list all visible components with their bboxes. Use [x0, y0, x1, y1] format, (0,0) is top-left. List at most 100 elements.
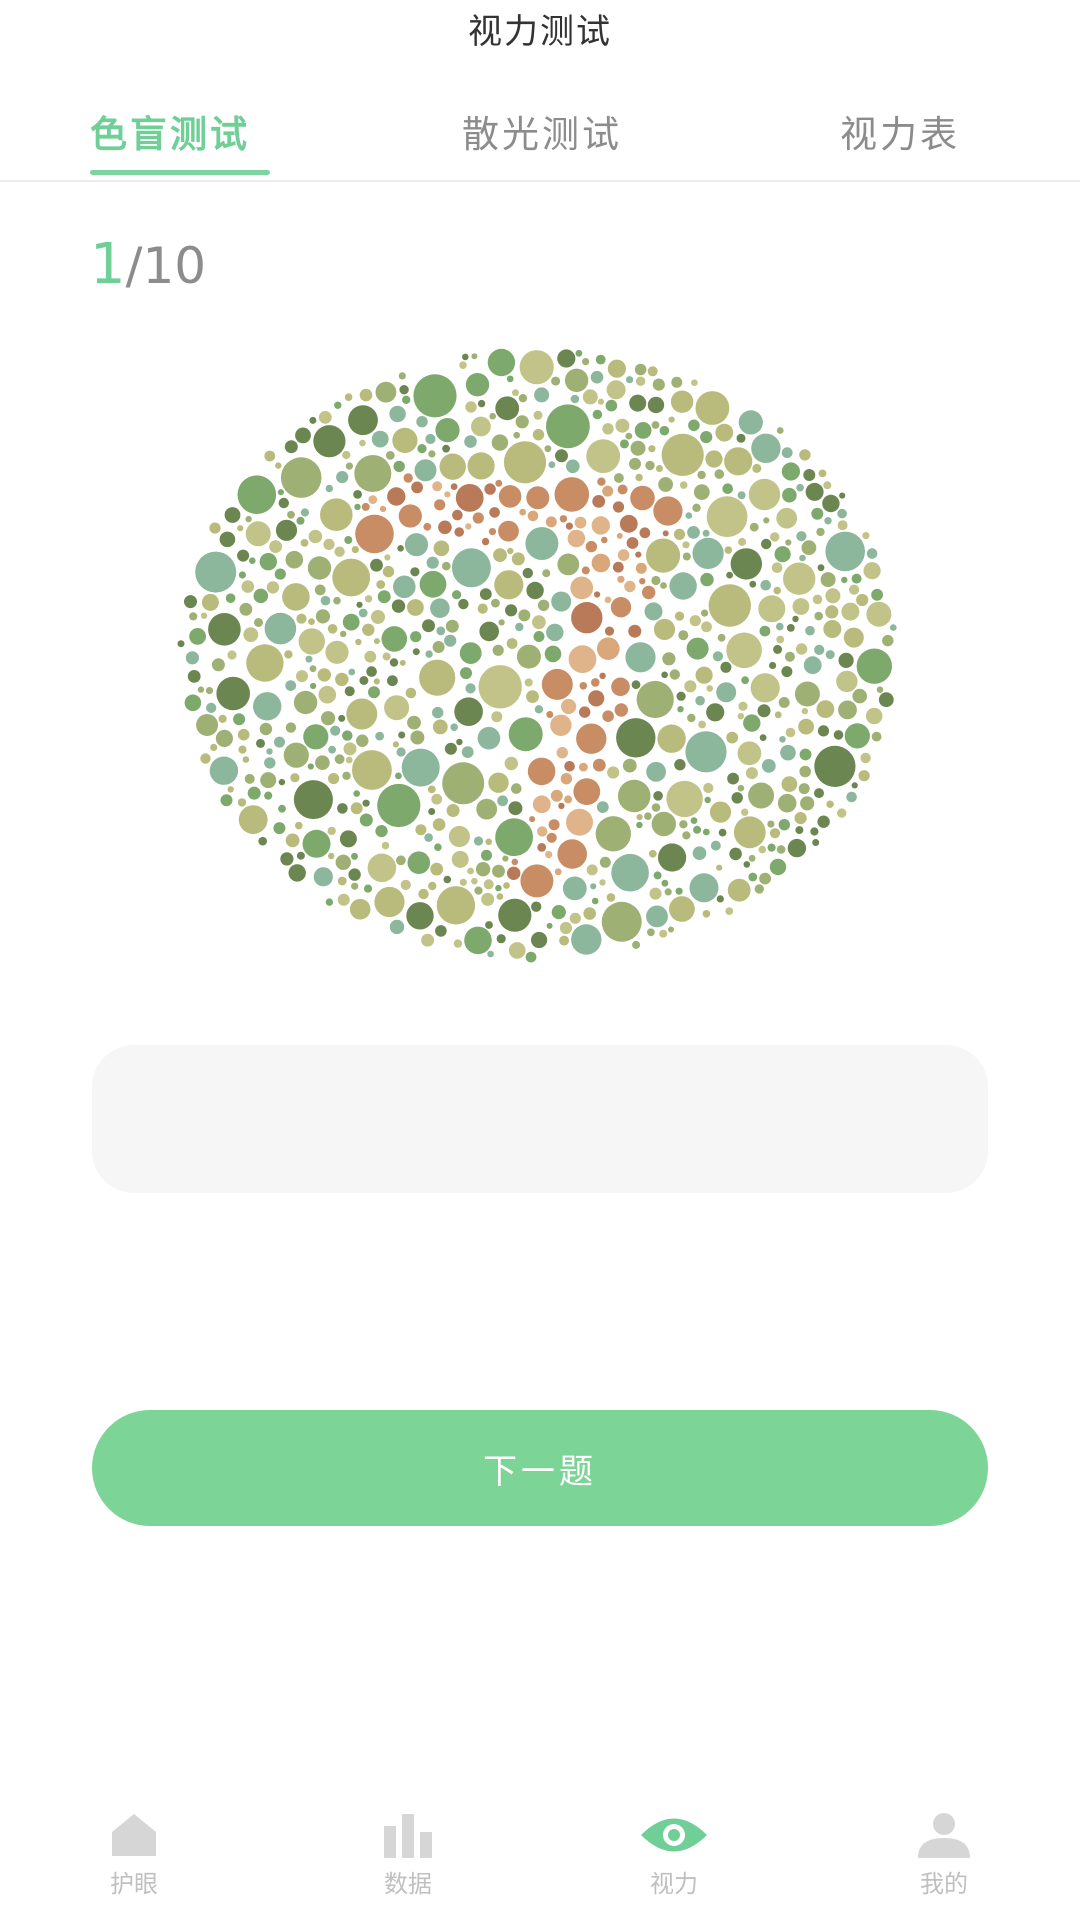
plate-dot [817, 725, 830, 737]
plate-dot [709, 801, 732, 823]
nav-item-eye-care[interactable]: 护眼 [64, 1810, 204, 1899]
plate-dot [348, 668, 356, 676]
plate-dot [206, 702, 217, 713]
plate-dot [583, 907, 596, 920]
plate-dot [266, 581, 280, 594]
plate-dot [546, 404, 590, 449]
plate-dot [781, 776, 798, 792]
plate-dot [489, 412, 497, 420]
plate-dot [534, 705, 544, 714]
nav-item-mine[interactable]: 我的 [874, 1810, 1014, 1899]
answer-input[interactable] [92, 1045, 988, 1193]
plate-dot [658, 477, 673, 492]
plate-dot [328, 773, 340, 785]
plate-dot [664, 888, 672, 896]
nav-item-data[interactable]: 数据 [338, 1810, 478, 1899]
plate-dot [559, 921, 573, 935]
plate-dot [625, 642, 656, 673]
plate-dot [604, 626, 615, 636]
plate-dot [432, 481, 443, 492]
plate-dot [375, 825, 388, 838]
plate-dot [314, 584, 326, 596]
plate-dot [597, 477, 606, 486]
nav-item-vision[interactable]: 视力 [604, 1810, 744, 1899]
plate-dot [340, 630, 347, 638]
plate-dot [266, 748, 273, 755]
plate-dot [354, 503, 361, 511]
plate-dot [550, 789, 563, 802]
plate-dot [599, 672, 606, 679]
plate-dot [288, 864, 306, 882]
next-question-button[interactable]: 下一题 [92, 1410, 988, 1526]
plate-dot [451, 548, 491, 588]
plate-dot [431, 793, 443, 805]
plate-dot [669, 572, 697, 600]
plate-dot [481, 537, 490, 546]
plate-dot [738, 701, 748, 711]
plate-dot [615, 418, 630, 433]
plate-dot [846, 791, 857, 803]
plate-dot [548, 819, 560, 831]
plate-dot [570, 576, 594, 600]
plate-dot [373, 678, 380, 685]
plate-dot [658, 843, 687, 872]
plate-dot [302, 829, 331, 858]
plate-dot [767, 843, 776, 852]
plate-dot [275, 519, 298, 541]
plate-dot [393, 575, 416, 599]
plate-dot [436, 886, 476, 925]
plate-dot [661, 879, 669, 887]
plate-dot [287, 510, 295, 519]
plate-dot [508, 801, 523, 816]
plate-dot [749, 522, 759, 532]
plate-dot [508, 942, 526, 959]
plate-dot [477, 603, 488, 614]
plate-dot [344, 686, 355, 697]
plate-dot [253, 692, 282, 721]
plate-dot [387, 675, 398, 687]
plate-dot [424, 833, 433, 842]
plate-dot [548, 461, 556, 469]
plate-dot [570, 394, 580, 404]
plate-dot [557, 553, 580, 576]
plate-dot [731, 792, 743, 804]
plate-dot [716, 682, 737, 703]
plate-dot [561, 698, 577, 715]
plate-dot [472, 512, 484, 524]
plate-dot [591, 678, 600, 687]
plate-dot [786, 624, 795, 632]
plate-dot [309, 416, 317, 424]
plate-dot [421, 933, 435, 947]
tab-color-blind-test[interactable]: 色盲测试 [90, 104, 250, 158]
plate-dot [532, 429, 545, 441]
tab-vision-chart[interactable]: 视力表 [840, 104, 960, 158]
plate-dot [597, 398, 605, 405]
plate-dot [730, 548, 762, 580]
plate-dot [401, 748, 440, 787]
plate-dot [452, 509, 463, 521]
plate-dot [607, 359, 626, 378]
plate-dot [396, 855, 406, 866]
plate-dot [778, 697, 790, 708]
tab-astigmatism-test[interactable]: 散光测试 [462, 104, 622, 158]
plate-dot [794, 681, 820, 707]
plate-dot [701, 621, 712, 633]
plate-dot [323, 538, 335, 550]
plate-dot [237, 798, 247, 807]
plate-dot [465, 683, 476, 694]
plate-dot [335, 854, 351, 870]
plate-dot [479, 621, 500, 642]
plate-dot [477, 399, 486, 408]
plate-dot [761, 759, 776, 773]
plate-dot [504, 756, 518, 771]
plate-dot [722, 483, 733, 494]
plate-dot [337, 876, 347, 886]
bar-chart-icon [384, 1814, 432, 1858]
plate-dot [737, 491, 746, 500]
plate-dot [686, 637, 709, 660]
plate-dot [693, 484, 710, 500]
plate-dot [759, 625, 771, 637]
plate-dot [649, 887, 662, 900]
plate-dot [456, 738, 463, 746]
plate-dot [342, 450, 351, 460]
